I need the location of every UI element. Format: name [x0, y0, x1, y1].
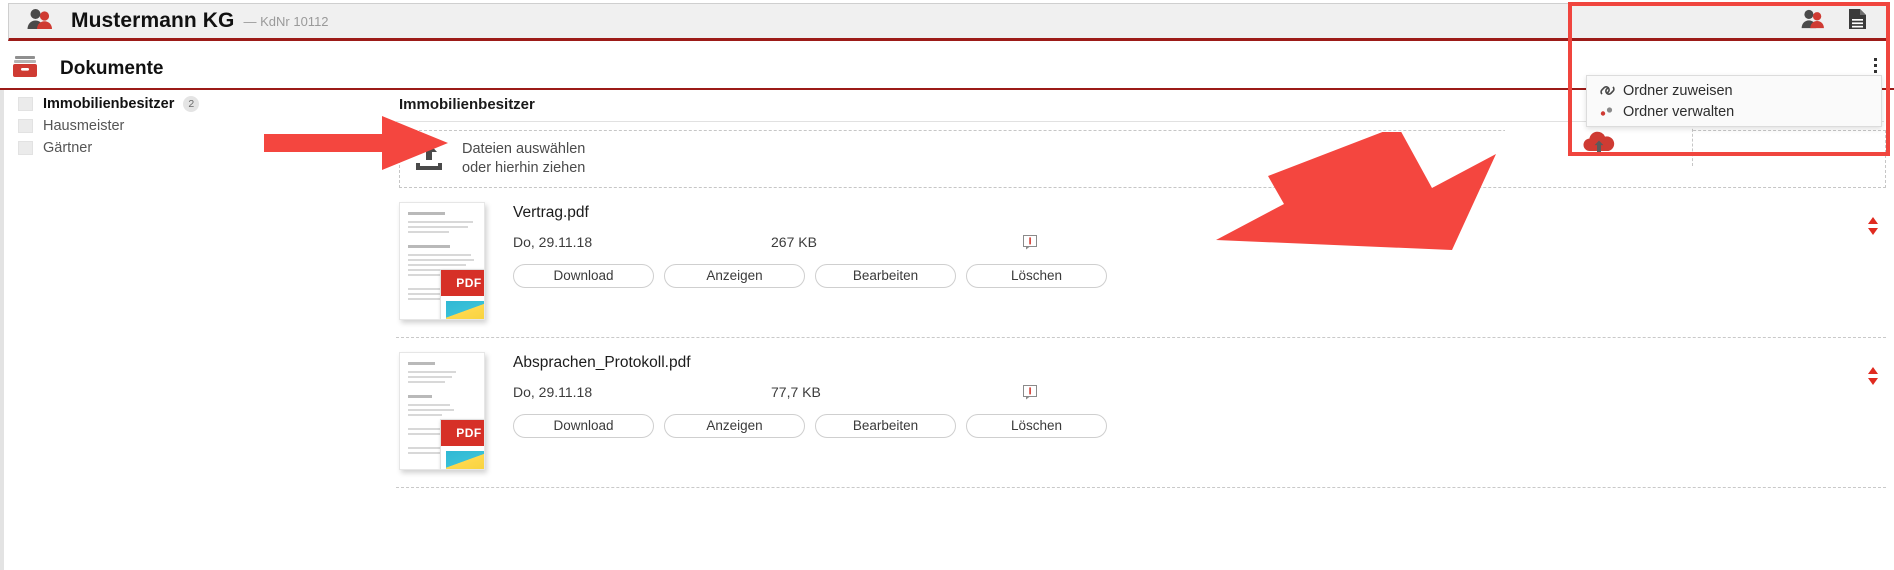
pdf-badge-label: PDF	[441, 420, 485, 446]
table-row: PDF Vertrag.pdf Do, 29.11.18 267 KB	[396, 188, 1886, 338]
comment-icon[interactable]	[1023, 235, 1083, 250]
download-button[interactable]: Download	[513, 414, 654, 438]
sidebar-item-gaertner[interactable]: Gärtner	[4, 137, 392, 158]
folder-sidebar: Immobilienbesitzer 2 Hausmeister Gärtner	[0, 90, 392, 570]
file-actions: Download Anzeigen Bearbeiten Löschen	[513, 414, 1886, 438]
folder-icon	[18, 97, 33, 111]
file-thumbnail[interactable]: PDF	[399, 352, 495, 477]
view-button[interactable]: Anzeigen	[664, 264, 805, 288]
file-details: Absprachen_Protokoll.pdf Do, 29.11.18 77…	[513, 352, 1886, 477]
file-size: 77,7 KB	[771, 384, 1023, 400]
file-details: Vertrag.pdf Do, 29.11.18 267 KB Download	[513, 202, 1886, 327]
document-icon[interactable]	[1848, 8, 1867, 35]
upload-icon	[414, 142, 444, 177]
file-meta: Do, 29.11.18 77,7 KB	[513, 383, 1886, 401]
link-chain-icon	[1599, 83, 1623, 98]
file-meta: Do, 29.11.18 267 KB	[513, 233, 1886, 251]
dots-manage-icon	[1599, 104, 1623, 119]
edit-button[interactable]: Bearbeiten	[815, 414, 956, 438]
sort-handle[interactable]	[1866, 216, 1880, 241]
pdf-badge: PDF	[440, 419, 485, 470]
sort-handle[interactable]	[1866, 366, 1880, 391]
file-date: Do, 29.11.18	[513, 234, 771, 250]
archive-box-icon	[12, 55, 38, 84]
sidebar-item-label: Gärtner	[43, 140, 92, 156]
cloud-upload-cell[interactable]	[1505, 124, 1693, 166]
cloud-upload-icon[interactable]	[1582, 130, 1616, 161]
view-button[interactable]: Anzeigen	[664, 414, 805, 438]
dropzone-text: Dateien auswählen oder hierhin ziehen	[462, 140, 585, 178]
folder-options-menu: Ordner zuweisen Ordner verwalten	[1586, 75, 1882, 127]
page-title: Dokumente	[60, 58, 163, 80]
dropzone-line-2: oder hierhin ziehen	[462, 159, 585, 178]
sidebar-item-label: Hausmeister	[43, 118, 124, 134]
people-icon[interactable]	[1800, 9, 1826, 34]
file-size: 267 KB	[771, 234, 1023, 250]
pdf-badge-label: PDF	[441, 270, 485, 296]
document-preview-icon: PDF	[399, 352, 485, 470]
sidebar-item-badge: 2	[183, 96, 199, 112]
pdf-badge: PDF	[440, 269, 485, 320]
menu-item-ordner-zuweisen[interactable]: Ordner zuweisen	[1587, 80, 1881, 101]
folder-icon	[18, 141, 33, 155]
sidebar-item-hausmeister[interactable]: Hausmeister	[4, 115, 392, 136]
people-icon	[27, 8, 53, 35]
document-preview-icon: PDF	[399, 202, 485, 320]
menu-item-ordner-verwalten[interactable]: Ordner verwalten	[1587, 101, 1881, 122]
folder-icon	[18, 119, 33, 133]
customer-name: Mustermann KG	[71, 9, 235, 33]
customer-header: Mustermann KG — KdNr 10112	[8, 3, 1888, 41]
menu-item-label: Ordner verwalten	[1623, 104, 1734, 120]
file-name: Vertrag.pdf	[513, 204, 1886, 222]
dropzone-line-1: Dateien auswählen	[462, 140, 585, 159]
customer-number: — KdNr 10112	[244, 14, 329, 29]
delete-button[interactable]: Löschen	[966, 264, 1107, 288]
file-thumbnail[interactable]: PDF	[399, 202, 495, 327]
more-options-icon[interactable]	[1866, 54, 1884, 76]
edit-button[interactable]: Bearbeiten	[815, 264, 956, 288]
sidebar-item-immobilienbesitzer[interactable]: Immobilienbesitzer 2	[4, 93, 392, 114]
download-button[interactable]: Download	[513, 264, 654, 288]
file-name: Absprachen_Protokoll.pdf	[513, 354, 1886, 372]
sidebar-item-label: Immobilienbesitzer	[43, 96, 174, 112]
comment-icon[interactable]	[1023, 385, 1083, 400]
table-row: PDF Absprachen_Protokoll.pdf Do, 29.11.1…	[396, 338, 1886, 488]
documents-page: Mustermann KG — KdNr 10112	[0, 0, 1894, 570]
file-actions: Download Anzeigen Bearbeiten Löschen	[513, 264, 1886, 288]
menu-item-label: Ordner zuweisen	[1623, 83, 1733, 99]
file-date: Do, 29.11.18	[513, 384, 771, 400]
delete-button[interactable]: Löschen	[966, 414, 1107, 438]
